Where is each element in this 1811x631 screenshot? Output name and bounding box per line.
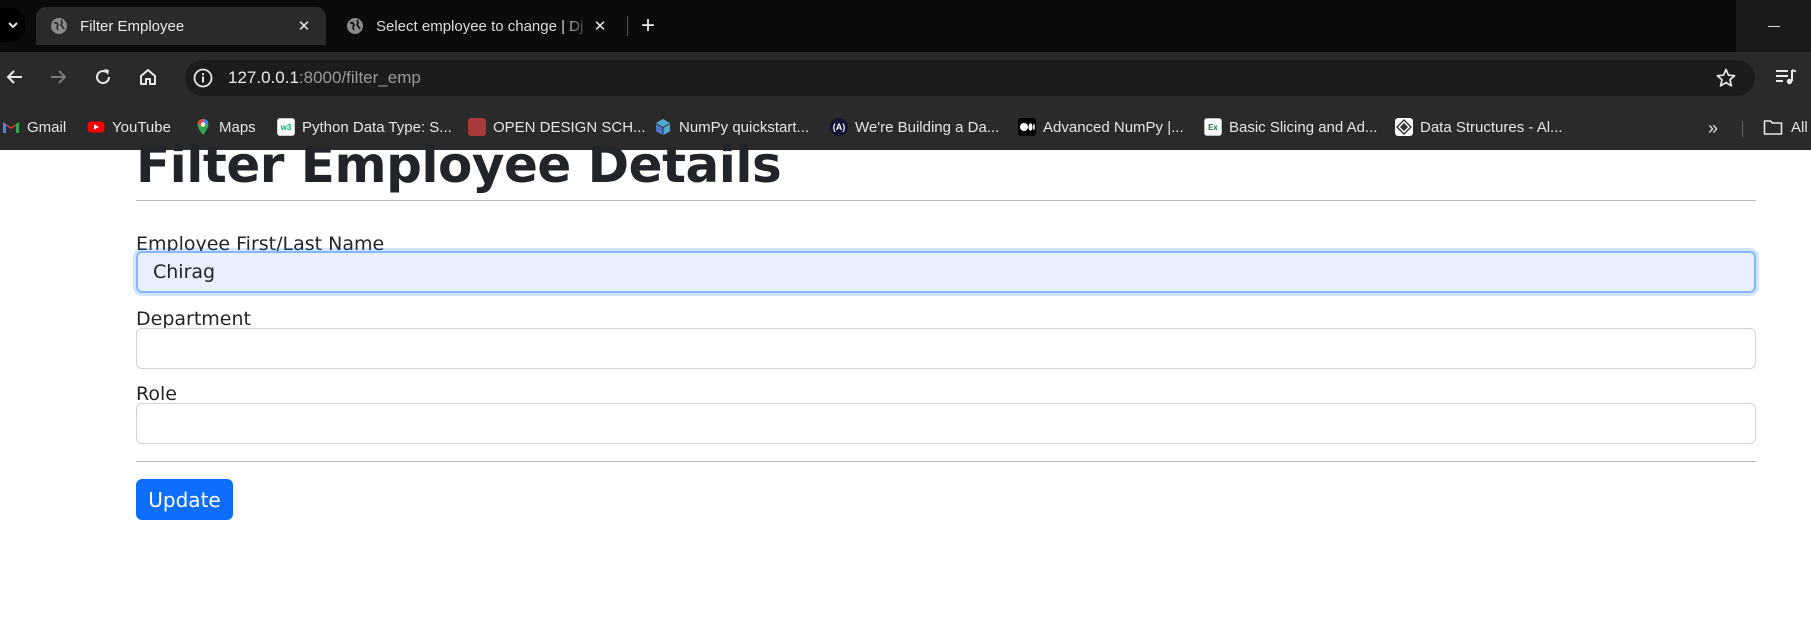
home-button[interactable] (133, 62, 163, 92)
address-bar[interactable]: 127.0.0.1:8000/filter_emp (185, 60, 1755, 96)
close-icon[interactable]: ✕ (294, 16, 314, 36)
gmail-icon (3, 122, 19, 133)
employee-name-input[interactable] (136, 251, 1756, 293)
diamond-icon (1395, 118, 1413, 136)
bookmark-label: Advanced NumPy |... (1043, 118, 1184, 136)
folder-icon (1763, 120, 1783, 135)
reading-list-icon[interactable] (1773, 64, 1799, 90)
tab-title: Filter Employee (80, 17, 185, 35)
more-bookmarks-button[interactable]: » (1700, 118, 1726, 138)
bookmark-label: Basic Slicing and Ad... (1229, 118, 1378, 136)
tab-divider (627, 16, 628, 36)
divider (136, 461, 1756, 462)
reload-button[interactable] (88, 62, 118, 92)
tab-search-button[interactable] (0, 8, 25, 42)
department-input[interactable] (136, 328, 1756, 369)
back-button[interactable] (0, 62, 30, 92)
bookmark-data-structures[interactable]: Data Structures - Al... (1395, 114, 1563, 140)
update-button[interactable]: Update (136, 479, 233, 520)
youtube-icon (87, 121, 105, 133)
bookmark-label: Data Structures - Al... (1420, 118, 1563, 136)
bookmark-basic-slicing[interactable]: Ex Basic Slicing and Ad... (1204, 114, 1377, 140)
bookmark-label: Gmail (27, 118, 67, 136)
page-title: Filter Employee Details (136, 136, 782, 194)
info-icon[interactable] (193, 68, 213, 88)
minimize-button[interactable] (1736, 0, 1811, 52)
medium-icon (1018, 118, 1036, 136)
url-host: 127.0.0.1 (228, 68, 299, 87)
role-input[interactable] (136, 403, 1756, 444)
tab-select-employee[interactable]: Select employee to change | Dj ✕ (332, 7, 622, 45)
forward-button[interactable] (43, 62, 73, 92)
tab-filter-employee[interactable]: Filter Employee ✕ (36, 7, 326, 45)
arrow-right-icon (51, 70, 67, 84)
page-content: Filter Employee Details Employee First/L… (0, 136, 1811, 631)
chevron-down-icon (7, 22, 18, 29)
reload-icon (96, 69, 111, 85)
new-tab-button[interactable]: + (633, 11, 663, 41)
bookmarks-divider (1742, 121, 1743, 137)
url-text[interactable]: 127.0.0.1:8000/filter_emp (228, 68, 421, 88)
divider (136, 200, 1756, 201)
bookmark-label: All (1791, 118, 1808, 136)
globe-icon (347, 18, 363, 34)
globe-icon (51, 18, 67, 34)
bookmark-building-data[interactable]: (A) We're Building a Da... (830, 114, 999, 140)
excel-icon: Ex (1204, 118, 1222, 136)
all-bookmarks-button[interactable]: All (1763, 114, 1808, 140)
navigation-bar: 127.0.0.1:8000/filter_emp (0, 52, 1811, 104)
bookmark-label: We're Building a Da... (855, 118, 1000, 136)
star-icon[interactable] (1715, 67, 1737, 89)
browser-chrome: Filter Employee ✕ Select employee to cha… (0, 0, 1811, 150)
url-path: :8000/filter_emp (298, 68, 421, 87)
home-icon (140, 69, 156, 85)
arrow-left-icon (6, 70, 22, 84)
close-icon[interactable]: ✕ (590, 16, 610, 36)
tab-title: Select employee to change | Dj (376, 17, 584, 35)
bookmark-gmail[interactable]: Gmail (2, 114, 66, 140)
tab-bar: Filter Employee ✕ Select employee to cha… (0, 0, 1811, 52)
code-icon: (A) (830, 118, 848, 136)
minimize-icon (1767, 25, 1780, 27)
bookmark-advanced-numpy[interactable]: Advanced NumPy |... (1018, 114, 1184, 140)
role-field-label-text: Role (136, 383, 177, 405)
department-field-label-text: Department (136, 308, 251, 330)
